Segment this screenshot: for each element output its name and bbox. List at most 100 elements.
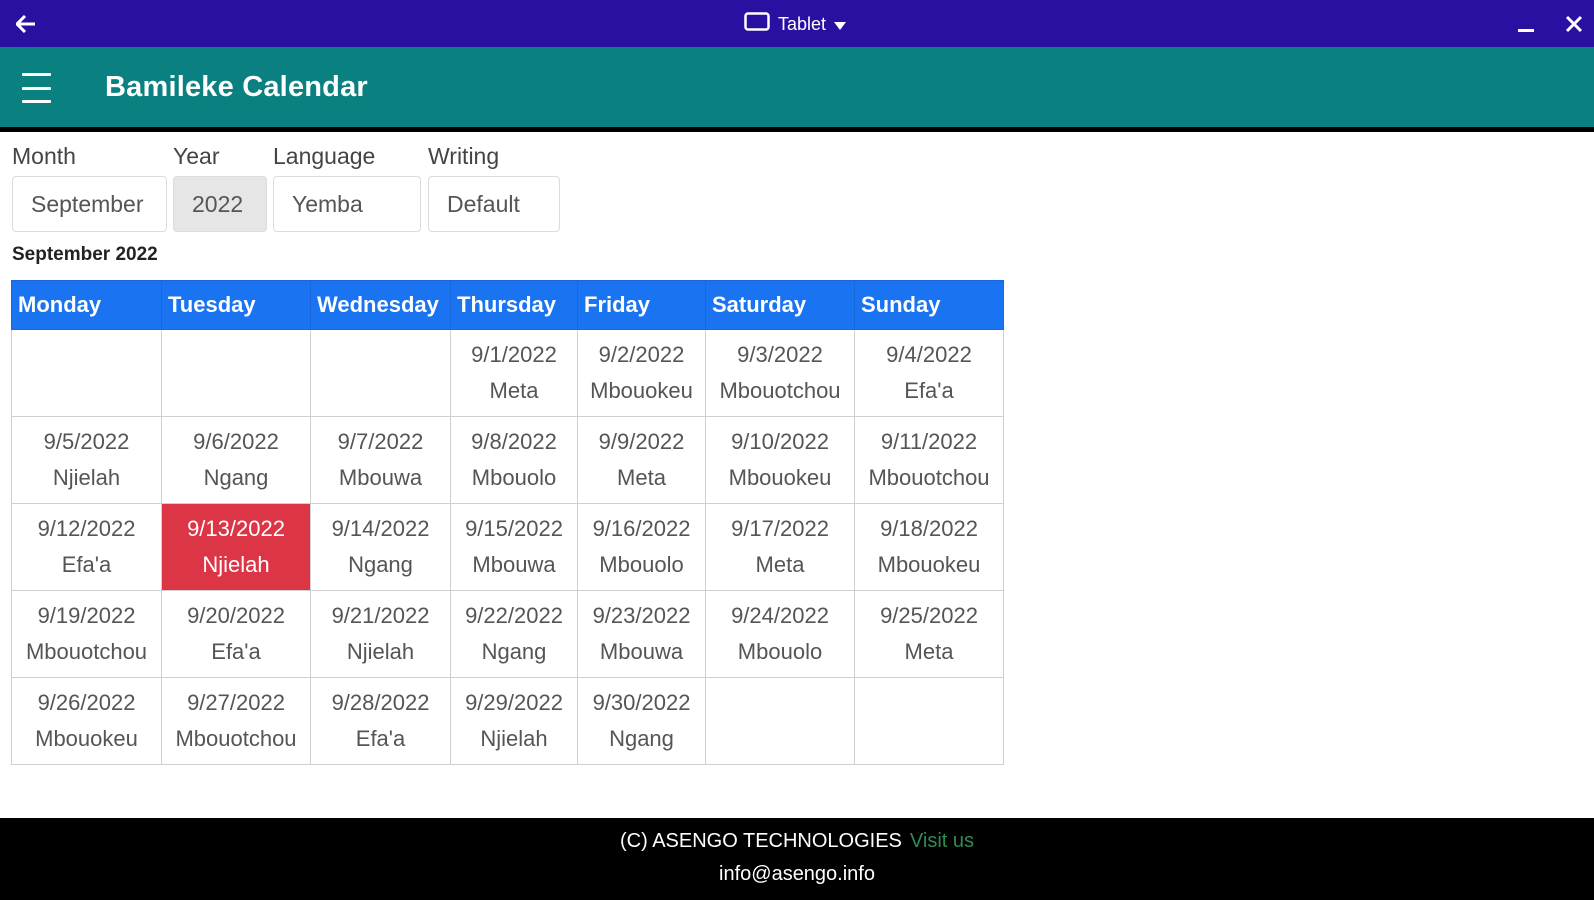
day-market-name: Mbouokeu bbox=[728, 465, 832, 490]
calendar-day-cell[interactable]: 9/28/2022 Efa'a bbox=[310, 677, 451, 765]
calendar-week-row: 9/5/2022 Njielah 9/6/2022 Ngang 9/7/2022 Mbou… bbox=[11, 416, 1004, 504]
calendar-day-cell[interactable]: 9/27/2022 Mbouotchou bbox=[161, 677, 311, 765]
day-market-name: Efa'a bbox=[211, 639, 261, 664]
day-market-name: Njielah bbox=[480, 726, 548, 751]
day-market-name: Ngang bbox=[481, 639, 547, 664]
calendar-day-cell[interactable]: 9/4/2022 Efa'a bbox=[854, 329, 1004, 417]
calendar-week-row: 9/12/2022 Efa'a 9/13/2022 Njielah 9/14/2022 N… bbox=[11, 503, 1004, 591]
calendar-day-cell[interactable]: 9/30/2022 Ngang bbox=[577, 677, 706, 765]
calendar-day-cell[interactable]: 9/8/2022 Mbouolo bbox=[450, 416, 578, 504]
calendar-day-cell[interactable]: 9/18/2022 Mbouokeu bbox=[854, 503, 1004, 591]
day-date: 9/15/2022 bbox=[465, 516, 563, 541]
day-date: 9/24/2022 bbox=[731, 603, 829, 628]
calendar-empty-cell bbox=[705, 677, 855, 765]
calendar-caption: September 2022 bbox=[12, 244, 158, 265]
day-market-name: Meta bbox=[489, 378, 539, 403]
day-date: 9/4/2022 bbox=[886, 342, 972, 367]
day-date: 9/12/2022 bbox=[37, 516, 136, 541]
day-market-name: Efa'a bbox=[355, 726, 406, 751]
day-market-name: Mbouwa bbox=[599, 639, 684, 664]
month-select[interactable]: September bbox=[12, 176, 167, 232]
day-market-name: Njielah bbox=[346, 639, 415, 664]
calendar-day-cell[interactable]: 9/17/2022 Meta bbox=[705, 503, 855, 591]
minimize-icon[interactable] bbox=[1512, 10, 1540, 38]
day-market-name: Mbouokeu bbox=[590, 378, 693, 403]
day-date: 9/11/2022 bbox=[880, 429, 978, 454]
close-icon[interactable] bbox=[1560, 10, 1588, 38]
day-date: 9/20/2022 bbox=[187, 603, 285, 628]
day-date: 9/9/2022 bbox=[598, 429, 685, 454]
calendar-empty-cell bbox=[854, 677, 1004, 765]
calendar-day-cell[interactable]: 9/14/2022 Ngang bbox=[310, 503, 451, 591]
calendar-day-cell[interactable]: 9/10/2022 Mbouokeu bbox=[705, 416, 855, 504]
day-date: 9/13/2022 bbox=[187, 516, 285, 541]
day-market-name: Mbouwa bbox=[338, 465, 423, 490]
day-date: 9/21/2022 bbox=[331, 603, 430, 628]
year-select[interactable]: 2022 bbox=[173, 176, 267, 232]
hamburger-menu-icon[interactable] bbox=[22, 73, 58, 103]
calendar-day-cell[interactable]: 9/11/2022 Mbouotchou bbox=[854, 416, 1004, 504]
calendar-day-cell[interactable]: 9/21/2022 Njielah bbox=[310, 590, 451, 678]
window-titlebar: Tablet bbox=[0, 0, 1594, 47]
calendar-empty-cell bbox=[161, 329, 311, 417]
device-mode-selector[interactable]: Tablet bbox=[744, 10, 847, 38]
calendar-day-cell[interactable]: 9/5/2022 Njielah bbox=[11, 416, 162, 504]
calendar-day-cell[interactable]: 9/6/2022 Ngang bbox=[161, 416, 311, 504]
day-date: 9/28/2022 bbox=[331, 690, 430, 715]
day-date: 9/14/2022 bbox=[331, 516, 430, 541]
calendar-day-cell[interactable]: 9/12/2022 Efa'a bbox=[11, 503, 162, 591]
calendar-table: Monday Tuesday Wednesday Thursday Friday… bbox=[11, 280, 1004, 765]
calendar-day-cell[interactable]: 9/19/2022 Mbouotchou bbox=[11, 590, 162, 678]
calendar-day-cell[interactable]: 9/23/2022 Mbouwa bbox=[577, 590, 706, 678]
day-date: 9/23/2022 bbox=[592, 603, 691, 628]
day-date: 9/5/2022 bbox=[43, 429, 130, 454]
calendar-week-row: 9/26/2022 Mbouokeu 9/27/2022 Mbouotchou 9/28… bbox=[11, 677, 1004, 765]
copyright-text: (C) ASENGO TECHNOLOGIES bbox=[619, 830, 902, 852]
tablet-icon bbox=[744, 12, 770, 36]
calendar-day-cell[interactable]: 9/7/2022 Mbouwa bbox=[310, 416, 451, 504]
day-date: 9/6/2022 bbox=[193, 429, 279, 454]
writing-label: Writing bbox=[428, 143, 500, 169]
app-bar: Bamileke Calendar bbox=[0, 47, 1594, 132]
calendar-day-cell[interactable]: 9/26/2022 Mbouokeu bbox=[11, 677, 162, 765]
day-market-name: Mbouolo bbox=[599, 552, 684, 577]
day-date: 9/26/2022 bbox=[37, 690, 136, 715]
footer: (C) ASENGO TECHNOLOGIES Visit us info@ase… bbox=[0, 818, 1594, 900]
dropdown-arrow-icon bbox=[834, 14, 847, 35]
calendar-day-cell[interactable]: 9/20/2022 Efa'a bbox=[161, 590, 311, 678]
visit-us-link[interactable]: Visit us bbox=[910, 830, 974, 852]
footer-copyright-line: (C) ASENGO TECHNOLOGIES Visit us bbox=[0, 830, 1594, 853]
writing-select[interactable]: Default bbox=[428, 176, 560, 232]
calendar-day-cell[interactable]: 9/3/2022 Mbouotchou bbox=[705, 329, 855, 417]
calendar-day-cell[interactable]: 9/24/2022 Mbouolo bbox=[705, 590, 855, 678]
calendar-day-cell[interactable]: 9/29/2022 Njielah bbox=[450, 677, 578, 765]
day-market-name: Efa'a bbox=[61, 552, 112, 577]
back-arrow-icon[interactable] bbox=[12, 10, 40, 38]
day-date: 9/1/2022 bbox=[471, 342, 557, 367]
day-market-name: Mbouokeu bbox=[877, 552, 981, 577]
day-date: 9/22/2022 bbox=[465, 603, 563, 628]
calendar-empty-cell bbox=[310, 329, 451, 417]
day-market-name: Njielah bbox=[52, 465, 121, 490]
day-market-name: Mbouwa bbox=[472, 552, 556, 577]
calendar-week-row: 9/1/2022 Meta 9/2/2022 Mbouokeu 9/3/2022 Mbou… bbox=[11, 329, 1004, 417]
header-friday: Friday bbox=[577, 280, 706, 330]
footer-email[interactable]: info@asengo.info bbox=[0, 863, 1594, 886]
calendar-day-cell[interactable]: 9/13/2022 Njielah bbox=[161, 503, 311, 591]
language-select[interactable]: Yemba bbox=[273, 176, 421, 232]
day-date: 9/19/2022 bbox=[37, 603, 136, 628]
day-date: 9/7/2022 bbox=[337, 429, 424, 454]
day-date: 9/8/2022 bbox=[471, 429, 557, 454]
calendar-day-cell[interactable]: 9/25/2022 Meta bbox=[854, 590, 1004, 678]
calendar-day-cell[interactable]: 9/15/2022 Mbouwa bbox=[450, 503, 578, 591]
calendar-day-cell[interactable]: 9/16/2022 Mbouolo bbox=[577, 503, 706, 591]
calendar-day-cell[interactable]: 9/22/2022 Ngang bbox=[450, 590, 578, 678]
calendar-day-cell[interactable]: 9/2/2022 Mbouokeu bbox=[577, 329, 706, 417]
calendar-header-row: Monday Tuesday Wednesday Thursday Friday… bbox=[11, 280, 1004, 330]
calendar-day-cell[interactable]: 9/9/2022 Meta bbox=[577, 416, 706, 504]
day-date: 9/18/2022 bbox=[880, 516, 978, 541]
day-market-name: Mbouolo bbox=[737, 639, 823, 664]
day-market-name: Ngang bbox=[348, 552, 413, 577]
calendar-day-cell[interactable]: 9/1/2022 Meta bbox=[450, 329, 578, 417]
day-market-name: Mbouolo bbox=[471, 465, 557, 490]
